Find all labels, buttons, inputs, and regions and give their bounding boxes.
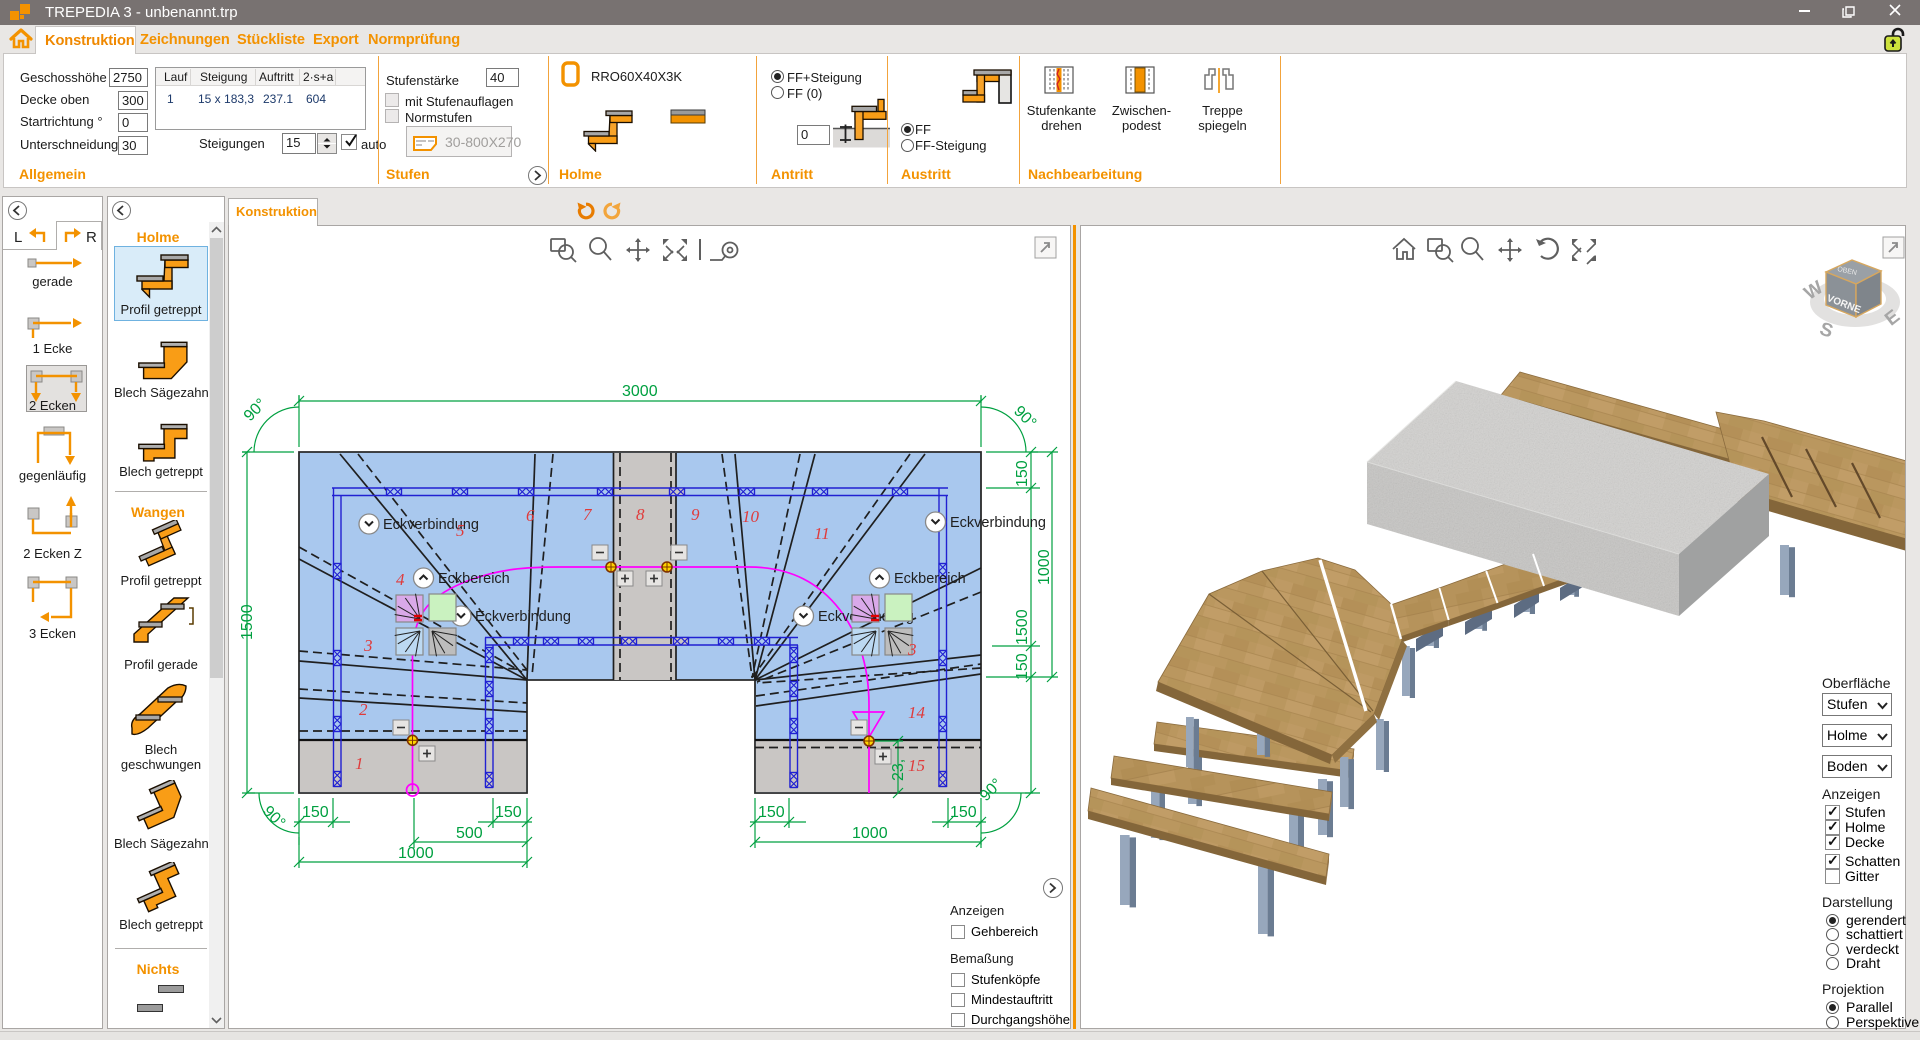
svg-text:9: 9 xyxy=(691,505,700,524)
svg-text:11: 11 xyxy=(814,524,830,543)
svg-text:150: 150 xyxy=(1014,653,1031,680)
svg-text:3000: 3000 xyxy=(622,383,658,400)
svg-text:6: 6 xyxy=(526,506,535,525)
svg-text:L: L xyxy=(14,229,22,246)
svg-text:1000: 1000 xyxy=(1036,549,1053,585)
svg-text:5: 5 xyxy=(456,521,465,540)
svg-text:500: 500 xyxy=(456,825,483,842)
svg-text:150: 150 xyxy=(495,804,522,821)
svg-text:Eckbereich: Eckbereich xyxy=(894,571,966,587)
svg-text:150: 150 xyxy=(1014,460,1031,487)
svg-text:3: 3 xyxy=(907,640,917,659)
svg-text:1500: 1500 xyxy=(239,604,256,640)
svg-text:R: R xyxy=(86,229,97,246)
svg-text:90°: 90° xyxy=(1010,403,1039,432)
svg-text:90°: 90° xyxy=(259,803,288,832)
svg-text:14: 14 xyxy=(908,703,926,722)
svg-text:Eckbereich: Eckbereich xyxy=(438,571,510,587)
svg-text:1000: 1000 xyxy=(398,845,434,862)
svg-text:90°: 90° xyxy=(241,396,270,425)
svg-text:3: 3 xyxy=(363,636,373,655)
svg-text:Eckverbindung: Eckverbindung xyxy=(475,609,571,625)
svg-text:8: 8 xyxy=(636,505,645,524)
svg-text:150: 150 xyxy=(302,804,329,821)
svg-text:Eckverbindung: Eckverbindung xyxy=(383,517,479,533)
svg-text:S: S xyxy=(1817,319,1836,343)
svg-text:10: 10 xyxy=(742,507,760,526)
svg-text:23,: 23, xyxy=(890,759,907,781)
svg-text:15: 15 xyxy=(908,756,925,775)
svg-text:1000: 1000 xyxy=(852,825,888,842)
svg-text:4: 4 xyxy=(396,570,405,589)
svg-text:2: 2 xyxy=(359,700,368,719)
svg-text:150: 150 xyxy=(758,804,785,821)
svg-text:1: 1 xyxy=(355,754,364,773)
svg-text:1500: 1500 xyxy=(1014,609,1031,645)
svg-text:150: 150 xyxy=(950,804,977,821)
svg-text:Eckverbindung: Eckverbindung xyxy=(950,515,1046,531)
